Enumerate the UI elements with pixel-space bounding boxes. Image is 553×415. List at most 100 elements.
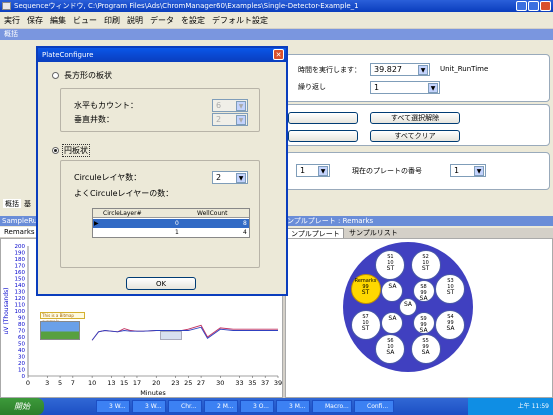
y-tick-label: 80 bbox=[18, 322, 25, 328]
y-tick-label: 150 bbox=[15, 277, 26, 283]
clock: 上午 11:59 bbox=[517, 403, 549, 410]
clear-all-button[interactable]: すべてクリア bbox=[370, 130, 460, 142]
plate-left-select[interactable]: 1 ▼ bbox=[296, 164, 330, 177]
tab-sample-plate[interactable]: ンプルプレート bbox=[287, 228, 344, 238]
plate-well[interactable]: SA bbox=[399, 298, 417, 316]
plate-well[interactable]: Remarks 99 ST bbox=[350, 274, 381, 305]
minimize-button[interactable] bbox=[516, 1, 527, 11]
horizontal-count-select[interactable]: 6 ▼ bbox=[212, 99, 248, 112]
table-row[interactable]: ▶ 0 8 bbox=[93, 219, 249, 228]
tab-remarks[interactable]: Remarks bbox=[0, 227, 37, 237]
dialog-close-button[interactable]: ✕ bbox=[273, 49, 284, 60]
menu-data[interactable]: データ bbox=[150, 15, 174, 26]
chevron-down-icon: ▼ bbox=[236, 173, 246, 183]
chevron-down-icon: ▼ bbox=[236, 101, 246, 111]
taskbar-item[interactable]: Confi... bbox=[354, 400, 394, 413]
x-tick-label: 27 bbox=[197, 379, 205, 387]
plate-well[interactable]: S7 10 ST bbox=[350, 309, 381, 340]
plate-well[interactable]: SA bbox=[381, 311, 404, 334]
plate-number-label: 現在のプレートの番号 bbox=[352, 167, 422, 175]
vertical-count-label: 垂直井数： bbox=[74, 115, 114, 124]
chevron-down-icon: ▼ bbox=[318, 166, 328, 176]
y-tick-label: 20 bbox=[18, 361, 25, 367]
taskbar-item[interactable]: 2 M... bbox=[204, 400, 238, 413]
menu-default-settings[interactable]: デフォルト設定 bbox=[212, 15, 268, 26]
y-tick-label: 190 bbox=[15, 251, 26, 257]
row-pointer-icon: ▶ bbox=[94, 220, 99, 227]
y-tick-label: 160 bbox=[15, 270, 26, 276]
menu-run[interactable]: 実行 bbox=[4, 15, 20, 26]
y-tick-label: 170 bbox=[15, 264, 26, 270]
vertical-count-value: 2 bbox=[216, 115, 222, 124]
plate-well[interactable]: S2 10 ST bbox=[410, 249, 441, 280]
sample-plate-header: ンプルプレート : Remarks bbox=[285, 216, 553, 226]
menu-view[interactable]: ビュー bbox=[73, 15, 97, 26]
close-button[interactable] bbox=[540, 1, 551, 11]
y-tick-label: 90 bbox=[18, 316, 25, 322]
well-tag: SA bbox=[419, 326, 428, 334]
circle-layer-label: Circuleレイヤ数： bbox=[74, 173, 142, 182]
y-tick-label: 60 bbox=[18, 335, 25, 341]
x-tick-label: 30 bbox=[216, 379, 224, 387]
plate-well[interactable]: S1 10 ST bbox=[375, 249, 406, 280]
y-tick-label: 50 bbox=[18, 342, 25, 348]
rect-plate-radio[interactable] bbox=[52, 72, 59, 79]
menu-print[interactable]: 印刷 bbox=[104, 15, 120, 26]
circle-layer-select[interactable]: 2 ▼ bbox=[212, 171, 248, 184]
tab-sample-list[interactable]: サンプルリスト bbox=[346, 228, 401, 238]
circular-plate-label: 円板状 bbox=[62, 144, 90, 157]
menu-save[interactable]: 保存 bbox=[27, 15, 43, 26]
plate-well[interactable]: S5 99 SA bbox=[410, 334, 441, 365]
x-tick-label: 13 bbox=[107, 379, 115, 387]
start-button[interactable]: 開始 bbox=[0, 398, 44, 415]
well-tag: ST bbox=[421, 264, 430, 272]
well-count-label: よくCirculeレイヤーの数： bbox=[74, 189, 174, 198]
taskbar-item[interactable]: 3 O... bbox=[240, 400, 274, 413]
taskbar-item[interactable]: Chr... bbox=[168, 400, 202, 413]
well-tag: SA bbox=[446, 324, 455, 332]
vertical-count-select[interactable]: 2 ▼ bbox=[212, 113, 248, 126]
deselect-all-button[interactable]: すべて選択解除 bbox=[370, 112, 460, 124]
well-tag: ST bbox=[361, 324, 370, 332]
y-axis-label: uV (Thousands) bbox=[3, 288, 10, 335]
repeat-select[interactable]: 1 ▼ bbox=[370, 81, 440, 94]
left-action-button-2[interactable] bbox=[288, 130, 358, 142]
series-line-0 bbox=[91, 324, 278, 341]
summary-header: 概括 bbox=[0, 29, 553, 40]
taskbar-item[interactable]: Macro... bbox=[312, 400, 352, 413]
maximize-button[interactable] bbox=[528, 1, 539, 11]
plate-number-select[interactable]: 1 ▼ bbox=[450, 164, 486, 177]
system-tray: 上午 11:59 bbox=[468, 398, 553, 415]
plate-well[interactable]: S4 99 SA bbox=[435, 309, 466, 340]
table-row[interactable]: 1 4 bbox=[93, 228, 249, 237]
well-tag: SA bbox=[388, 314, 397, 322]
x-axis-label: Minutes bbox=[140, 389, 166, 397]
menu-bar: 実行 保存 編集 ビュー 印刷 説明 データ を設定 デフォルト設定 bbox=[0, 12, 553, 28]
selection-panel: すべて選択解除 すべてクリア bbox=[285, 104, 550, 146]
run-time-value: 39.827 bbox=[374, 65, 402, 74]
well-tag: ST bbox=[361, 289, 370, 297]
taskbar-item[interactable]: 3 W... bbox=[96, 400, 130, 413]
circular-plate-radio[interactable] bbox=[52, 147, 59, 154]
y-tick-label: 120 bbox=[15, 296, 26, 302]
well-tag: SA bbox=[403, 301, 413, 308]
run-time-select[interactable]: 39.827 ▼ bbox=[370, 63, 430, 76]
x-tick-label: 39 bbox=[274, 379, 282, 387]
y-tick-label: 70 bbox=[18, 329, 25, 335]
x-tick-label: 15 bbox=[120, 379, 128, 387]
window-titlebar: Sequenceウィンドウ, C:\Program Files\Ads\Chro… bbox=[0, 0, 553, 12]
plate-well[interactable]: S9 99 SA bbox=[412, 311, 435, 334]
ok-button[interactable]: OK bbox=[126, 277, 196, 290]
left-action-button-1[interactable] bbox=[288, 112, 358, 124]
run-time-unit: Unit_RunTime bbox=[440, 65, 489, 73]
table-header: CircleLayer# WellCount bbox=[93, 209, 249, 218]
horizontal-count-label: 水平もカウント： bbox=[74, 101, 138, 110]
menu-help[interactable]: 説明 bbox=[127, 15, 143, 26]
menu-settings[interactable]: を設定 bbox=[181, 15, 205, 26]
menu-edit[interactable]: 編集 bbox=[50, 15, 66, 26]
taskbar-item[interactable]: 3 M... bbox=[276, 400, 310, 413]
plate-well[interactable]: S8 99 SA bbox=[412, 280, 435, 303]
well-tag: SA bbox=[388, 283, 397, 291]
taskbar-item[interactable]: 3 W... bbox=[132, 400, 166, 413]
rect-plate-label: 長方形の板状 bbox=[64, 71, 112, 80]
